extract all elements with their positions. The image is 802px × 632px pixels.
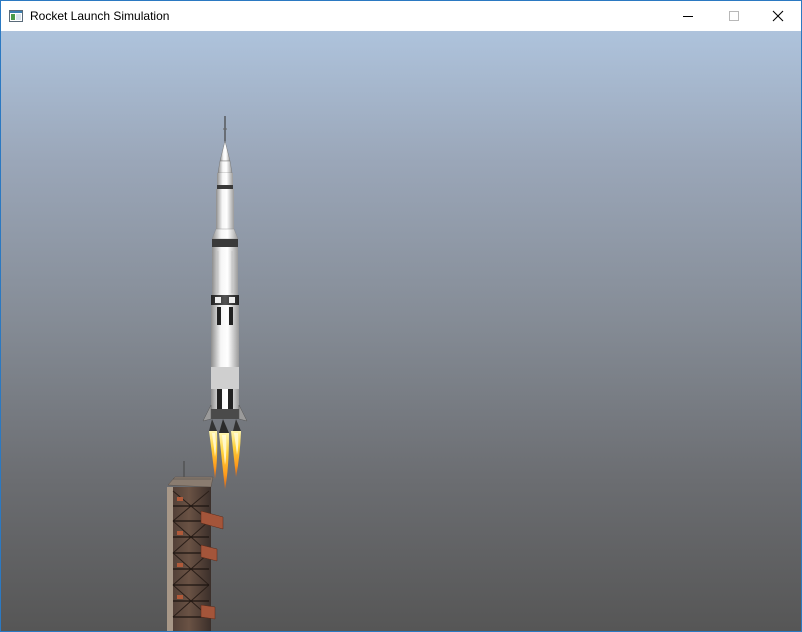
rocket (202, 116, 248, 433)
engine-flames (209, 431, 241, 489)
minimize-button[interactable] (665, 1, 711, 31)
launch-tower (167, 461, 224, 631)
close-icon (772, 10, 784, 22)
window-title: Rocket Launch Simulation (30, 9, 170, 23)
application-window-icon (9, 9, 23, 23)
maximize-icon (729, 11, 739, 21)
title-bar[interactable]: Rocket Launch Simulation (1, 1, 801, 31)
scene-canvas (167, 116, 248, 631)
minimize-icon (683, 16, 693, 17)
simulation-viewport[interactable] (1, 31, 801, 631)
app-window: Rocket Launch Simulation (0, 0, 802, 632)
close-button[interactable] (755, 1, 801, 31)
maximize-button[interactable] (711, 1, 757, 31)
